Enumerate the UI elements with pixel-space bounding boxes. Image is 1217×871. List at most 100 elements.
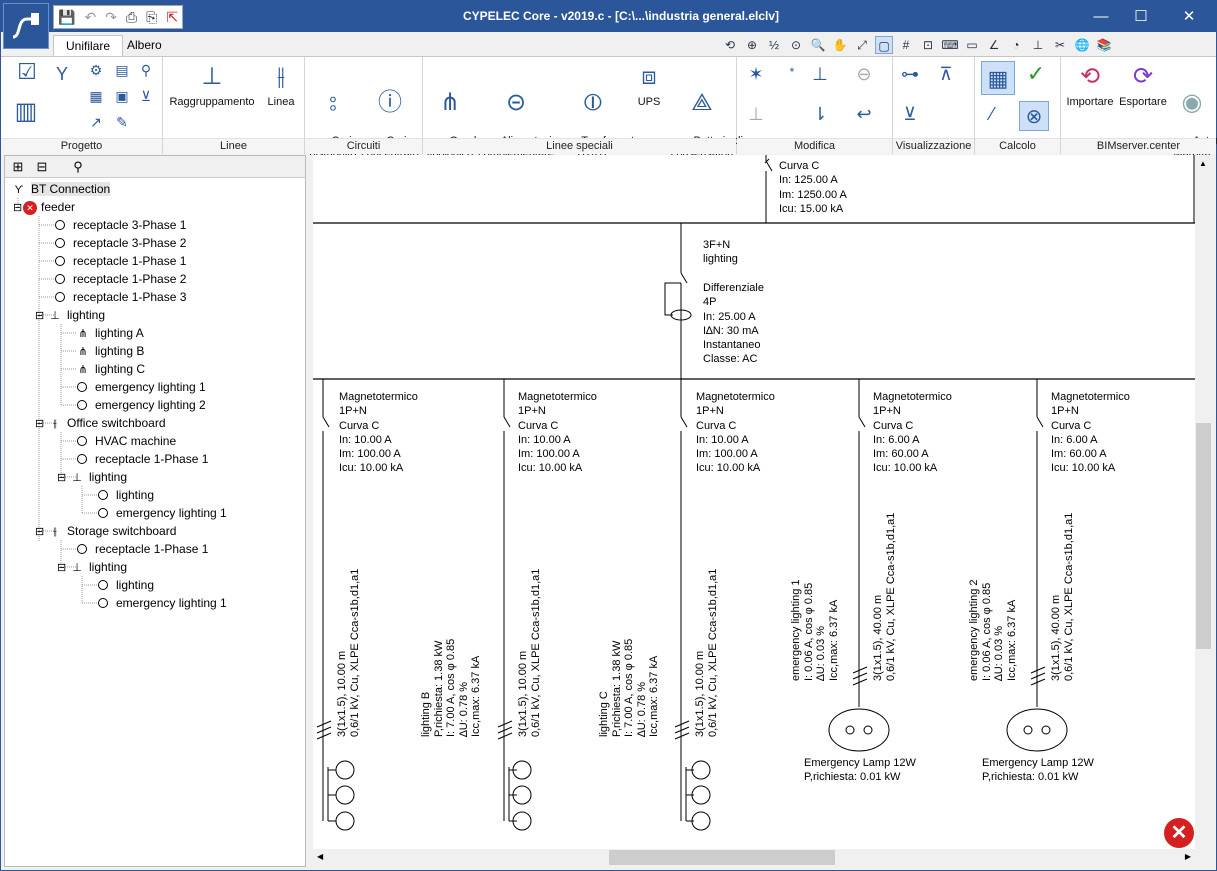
undo-icon[interactable]: ↶ xyxy=(84,9,96,26)
verify-icon[interactable]: ✓ xyxy=(1021,63,1051,95)
close-button[interactable]: ✕ xyxy=(1166,1,1212,32)
arrow-tool-icon[interactable]: ↗ xyxy=(87,113,105,131)
tree-item-emergency-lighting-1[interactable]: emergency lighting 1 xyxy=(77,378,206,396)
keyboard-icon[interactable]: ⌨ xyxy=(941,36,959,54)
horizontal-scrollbar[interactable]: ◀ ▶ xyxy=(313,849,1195,866)
angle-icon[interactable]: ∠ xyxy=(985,36,1003,54)
esportare-button[interactable]: ⟳ Esportare xyxy=(1117,61,1169,109)
expand-node-icon[interactable]: ⊶ xyxy=(901,65,919,83)
tree-item-office-switchboard[interactable]: ⊟ ⫲ Office switchboard xyxy=(35,414,166,432)
rotate-element-icon[interactable]: ⊖ xyxy=(855,65,873,83)
ups-button[interactable]: ⧈ UPS xyxy=(629,61,669,109)
redo-icon[interactable]: ↷ xyxy=(105,9,117,26)
zoom-extents-icon[interactable]: ⊕ xyxy=(743,36,761,54)
errors-icon[interactable]: ⊗ xyxy=(1019,101,1049,131)
tree-expand-icon[interactable]: ⊼ xyxy=(937,65,955,83)
rotate-icon[interactable]: ⟲ xyxy=(721,36,739,54)
print-preview-icon[interactable]: ⎘ xyxy=(146,9,157,26)
tree-item-lighting-a[interactable]: ⋔ lighting A xyxy=(75,324,143,342)
tree-item-storage-emergency-lighting-1[interactable]: emergency lighting 1 xyxy=(98,594,227,612)
filter-icon[interactable]: Y xyxy=(53,65,71,83)
collapse-toggle-icon[interactable]: ⊟ xyxy=(57,559,66,577)
collapse-toggle-icon[interactable]: ⊟ xyxy=(57,469,66,487)
vertical-scroll-thumb[interactable] xyxy=(1196,423,1211,649)
tree-item-lighting[interactable]: ⊟ ⊥ lighting xyxy=(35,306,105,324)
tree-item-office-receptacle-1-phase-1[interactable]: receptacle 1-Phase 1 xyxy=(77,450,208,468)
collapse-toggle-icon[interactable]: ⊟ xyxy=(35,523,44,541)
scroll-left-icon[interactable]: ◀ xyxy=(317,852,323,861)
save-icon[interactable]: 💾 xyxy=(58,9,75,26)
error-notification-icon[interactable]: ✕ xyxy=(1164,818,1194,848)
zoom-previous-icon[interactable]: ⤢ xyxy=(853,36,871,54)
calculate-icon[interactable]: ▦ xyxy=(981,61,1015,95)
importare-button[interactable]: ⟲ Importare xyxy=(1063,61,1117,109)
building-icon[interactable]: ▥ xyxy=(11,100,41,133)
scroll-up-icon[interactable]: ▲ xyxy=(1199,159,1207,168)
collapse-toggle-icon[interactable]: ⊟ xyxy=(35,307,44,325)
tree-item-emergency-lighting-2[interactable]: emergency lighting 2 xyxy=(77,396,206,414)
align-icon[interactable]: ⊥ xyxy=(747,105,765,123)
diagram-canvas[interactable]: Curva C In: 125.00 A Im: 1250.00 A Icu: … xyxy=(313,155,1195,849)
expand-all-icon[interactable]: ⊞ xyxy=(9,158,27,176)
tree-item-storage-receptacle-1-phase-1[interactable]: receptacle 1-Phase 1 xyxy=(77,540,208,558)
books-icon[interactable]: 📚 xyxy=(1095,36,1113,54)
tab-unifilare[interactable]: Unifilare xyxy=(53,35,124,57)
grid-icon[interactable]: # xyxy=(897,36,915,54)
tree-item-hvac-machine[interactable]: HVAC machine xyxy=(77,432,176,450)
linea-button[interactable]: ⫲ Linea xyxy=(261,61,301,109)
move-down-icon[interactable]: ⇂ xyxy=(811,105,829,123)
tree-item-office-lighting-lamp[interactable]: lighting xyxy=(98,486,154,504)
tree-item-storage-switchboard[interactable]: ⊟ ⫲ Storage switchboard xyxy=(35,522,176,540)
tools-icon[interactable]: ✂ xyxy=(1051,36,1069,54)
calculator-small-icon[interactable]: ▦ xyxy=(87,87,105,105)
layers-icon[interactable]: ⊥ xyxy=(1029,36,1047,54)
checklist-icon[interactable]: ☑ xyxy=(13,61,41,91)
maximize-button[interactable]: ☐ xyxy=(1118,1,1164,32)
raggruppamento-button[interactable]: ⊥ Raggruppamento xyxy=(167,61,257,109)
stamp-icon[interactable]: ⊻ xyxy=(137,87,155,105)
collapse-toggle-icon[interactable]: ⊟ xyxy=(35,415,44,433)
export-icon[interactable]: ⇱ xyxy=(166,9,178,26)
tree-item-office-emergency-lighting-1[interactable]: emergency lighting 1 xyxy=(98,504,227,522)
collapse-all-icon[interactable]: ⊟ xyxy=(33,158,51,176)
scale-icon[interactable]: ▭ xyxy=(963,36,981,54)
print-icon[interactable]: ⎙ xyxy=(126,9,137,26)
tree-collapse-icon[interactable]: ⊻ xyxy=(901,105,919,123)
find-icon[interactable]: ⚲ xyxy=(69,158,87,176)
split-icon[interactable]: ⊥ xyxy=(811,65,829,83)
horizontal-scroll-thumb[interactable] xyxy=(609,850,835,865)
globe-icon[interactable]: 🌐 xyxy=(1073,36,1091,54)
tree-item-receptacle-1-phase-1[interactable]: receptacle 1-Phase 1 xyxy=(55,252,186,270)
magic-wand-icon[interactable]: ⁄ xyxy=(983,105,1001,123)
tree-item-office-lighting[interactable]: ⊟ ⊥ lighting xyxy=(57,468,127,486)
tree-item-lighting-b[interactable]: ⋔ lighting B xyxy=(75,342,144,360)
tree-item-feeder[interactable]: ⊟ ✕ feeder xyxy=(13,198,75,216)
tree-item-storage-lighting-lamp[interactable]: lighting xyxy=(98,576,154,594)
image-icon[interactable]: ▣ xyxy=(113,87,131,105)
pen-tool-icon[interactable]: ✎ xyxy=(113,113,131,131)
frame-icon[interactable]: ▢ xyxy=(875,36,893,54)
document-icon[interactable]: ▤ xyxy=(113,61,131,79)
tree-item-root[interactable]: Ƴ BT Connection xyxy=(11,180,111,198)
snap-icon[interactable]: ⊡ xyxy=(919,36,937,54)
scroll-right-icon[interactable]: ▶ xyxy=(1185,852,1191,861)
panel-splitter[interactable] xyxy=(306,155,313,867)
orbit-icon[interactable]: ◔ xyxy=(1007,36,1025,54)
tree-item-receptacle-1-phase-3[interactable]: receptacle 1-Phase 3 xyxy=(55,288,186,306)
tab-albero[interactable]: Albero xyxy=(115,35,174,57)
zoom-window-icon[interactable]: ⊙ xyxy=(787,36,805,54)
tree-item-receptacle-3-phase-1[interactable]: receptacle 3-Phase 1 xyxy=(55,216,186,234)
zoom-icon[interactable]: 🔍 xyxy=(809,36,827,54)
tree-network-icon[interactable]: ⚲ xyxy=(137,61,155,79)
settings-icon[interactable]: ⚙ xyxy=(87,61,105,79)
tree-item-receptacle-1-phase-2[interactable]: receptacle 1-Phase 2 xyxy=(55,270,186,288)
small-star-icon[interactable]: * xyxy=(783,63,801,81)
zoom-half-icon[interactable]: ½ xyxy=(765,36,783,54)
tree-item-storage-lighting[interactable]: ⊟ ⊥ lighting xyxy=(57,558,127,576)
vertical-scrollbar[interactable]: ▲ xyxy=(1195,155,1212,849)
pan-icon[interactable]: ✋ xyxy=(831,36,849,54)
move-icon[interactable]: ✶ xyxy=(747,65,765,83)
tree-item-receptacle-3-phase-2[interactable]: receptacle 3-Phase 2 xyxy=(55,234,186,252)
undo-edit-icon[interactable]: ↩ xyxy=(855,105,873,123)
tree-item-lighting-c[interactable]: ⋔ lighting C xyxy=(75,360,145,378)
